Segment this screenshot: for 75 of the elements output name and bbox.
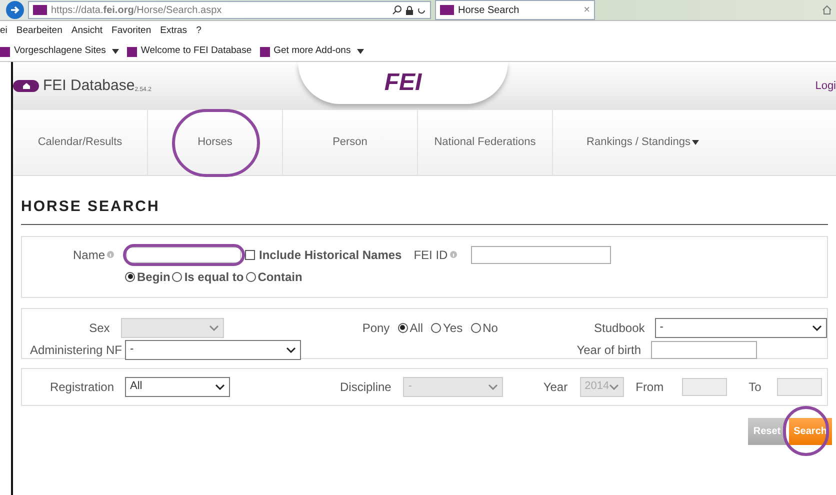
field-label: Include Historical Names	[259, 246, 402, 264]
info-icon	[107, 251, 114, 258]
field-label: Begin	[137, 268, 170, 286]
favorites-link[interactable]: Get more Add-ons	[260, 44, 364, 59]
chevron-icon	[209, 324, 220, 330]
browser-tab[interactable]: Horse Search ×	[435, 0, 595, 20]
info-icon	[450, 251, 457, 258]
field-label: No	[482, 320, 498, 336]
from-field[interactable]	[682, 378, 727, 396]
field-label: Administering NF	[30, 342, 122, 358]
favorites-link[interactable]: Vorgeschlagene Sites	[0, 44, 119, 59]
login-link[interactable]: Logi	[815, 78, 836, 94]
arrow-icon	[10, 5, 20, 15]
menu-item[interactable]: ei	[0, 24, 8, 39]
nav-tab[interactable]: Person	[283, 110, 418, 175]
nav-tab[interactable]: Calendar/Results	[13, 110, 148, 175]
field-label: To	[748, 380, 762, 394]
nav-tab[interactable]: National Federations	[418, 110, 553, 175]
menu-item[interactable]: Favoriten	[112, 24, 152, 39]
field-label: Contain	[258, 268, 302, 286]
chevron-icon	[609, 384, 620, 390]
menu-item[interactable]: Ansicht	[71, 24, 103, 39]
field-label: Sex	[89, 320, 110, 336]
nav-tab[interactable]: Rankings / Standings	[553, 110, 733, 175]
checkbox[interactable]	[245, 250, 255, 260]
close-icon[interactable]: ×	[584, 2, 590, 18]
chevron-icon	[812, 324, 822, 330]
nf-select[interactable]: -	[125, 340, 301, 360]
radio-button[interactable]	[246, 272, 256, 282]
radio-button[interactable]	[431, 322, 442, 332]
fei-logo: FEI	[384, 68, 422, 98]
field-label: Year of birth	[576, 342, 641, 358]
site-title: FEI Database	[43, 76, 135, 96]
url-text: https://data.fei.org/Horse/Search.aspx	[51, 4, 222, 18]
caret-icon	[356, 49, 364, 54]
field-label: Year	[543, 380, 568, 394]
field-label: Discipline	[340, 380, 392, 394]
site-favicon	[33, 5, 47, 15]
page-heading: HORSE SEARCH	[21, 196, 828, 224]
field-label: Is equal to	[184, 268, 244, 286]
radio-button[interactable]	[470, 322, 481, 332]
chevron-icon	[286, 346, 296, 352]
field-label: Name	[72, 246, 105, 264]
chevron-icon	[215, 384, 225, 390]
menu-item[interactable]: Extras	[160, 24, 188, 39]
forward-button[interactable]	[6, 1, 24, 19]
year-of-birth-field[interactable]	[651, 340, 757, 358]
refresh-icon[interactable]	[417, 6, 426, 14]
favorites-link[interactable]: Welcome to FEI Database	[126, 44, 252, 59]
field-label: Studbook	[594, 320, 645, 336]
field-label: All	[410, 320, 424, 336]
caret-icon	[112, 49, 119, 54]
chevron-icon	[488, 384, 498, 390]
caret-icon	[692, 140, 700, 145]
address-bar[interactable]: https://data.fei.org/Horse/Search.aspx	[28, 1, 431, 19]
search-icon[interactable]	[392, 5, 402, 15]
radio-button[interactable]	[398, 322, 408, 332]
field-label: Yes	[443, 320, 463, 336]
field-label: From	[636, 380, 664, 394]
site-favicon	[440, 5, 454, 15]
field-label: Pony	[362, 320, 390, 336]
fei-id-field[interactable]	[470, 246, 611, 264]
studbook-select[interactable]: -	[654, 318, 827, 338]
house-icon	[22, 83, 30, 89]
radio-button[interactable]	[125, 272, 135, 282]
registration-select[interactable]: All	[125, 376, 230, 396]
lock-icon	[406, 6, 413, 14]
menu-item[interactable]: Bearbeiten	[16, 24, 62, 39]
home-icon[interactable]	[13, 80, 39, 92]
radio-button[interactable]	[172, 272, 182, 282]
menu-item[interactable]: ?	[196, 24, 202, 39]
to-field[interactable]	[777, 378, 822, 396]
field-label: FEI ID	[414, 246, 448, 264]
field-label: Registration	[50, 378, 114, 396]
nav-tab[interactable]: Horses	[148, 110, 283, 175]
